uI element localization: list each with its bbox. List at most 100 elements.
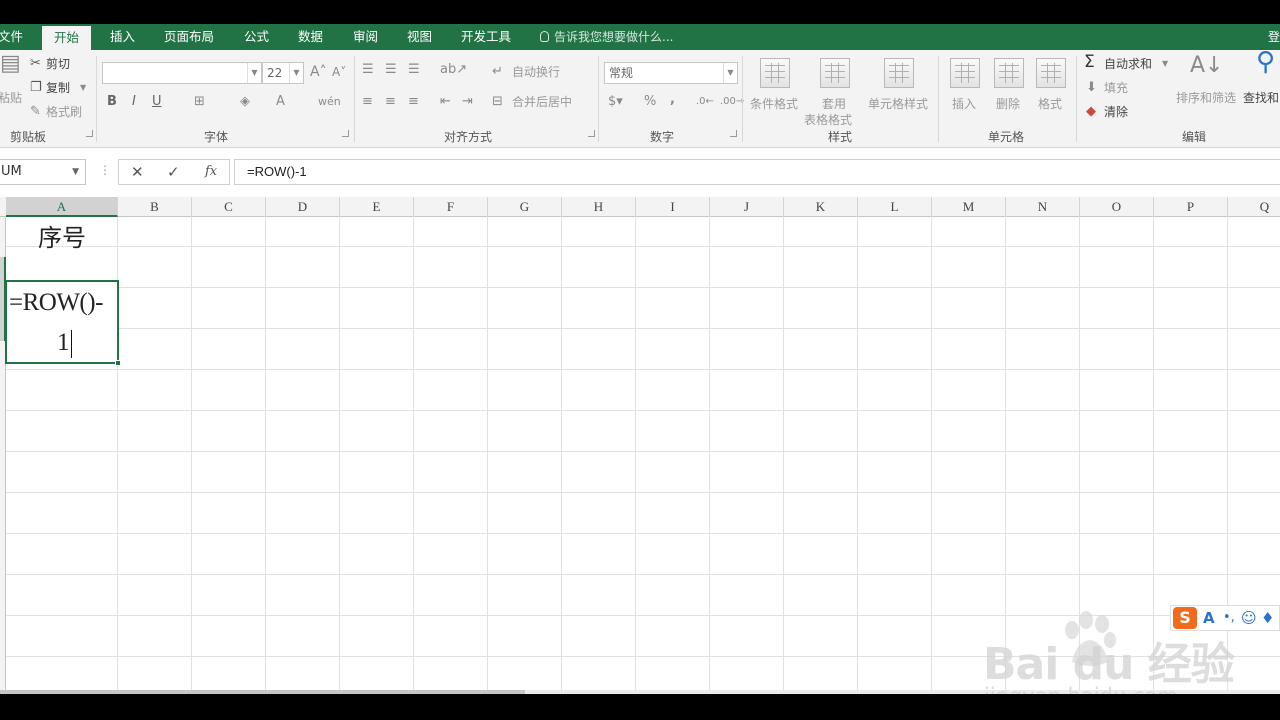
format-painter-button[interactable]: 格式刷 [46, 104, 82, 120]
underline-button[interactable]: U [152, 94, 162, 110]
column-header-l[interactable]: L [858, 197, 932, 217]
cut-button[interactable]: 剪切 [46, 56, 70, 72]
column-header-a[interactable]: A [6, 197, 118, 217]
tab-insert[interactable]: 插入 [110, 24, 135, 50]
conditional-format-icon[interactable] [760, 58, 790, 88]
column-header-k[interactable]: K [784, 197, 858, 217]
format-table-icon[interactable] [820, 58, 850, 88]
copy-button[interactable]: 复制 [46, 80, 70, 96]
column-header-b[interactable]: B [118, 197, 192, 217]
microphone-icon[interactable]: ♦ [1261, 608, 1274, 628]
ime-mode-button[interactable]: A [1203, 608, 1215, 628]
number-format-select[interactable]: 常规 ▼ [604, 62, 738, 84]
scrollbar-thumb[interactable] [0, 690, 525, 694]
grow-font-icon[interactable]: A˄ [310, 64, 327, 80]
tab-data[interactable]: 数据 [298, 24, 323, 50]
format-table-label-1[interactable]: 套用 [822, 96, 846, 112]
font-name-select[interactable]: ▼ [102, 62, 262, 84]
merge-center-button[interactable]: 合并后居中 [512, 94, 572, 110]
comma-button[interactable]: , [670, 92, 675, 108]
align-bottom-icon[interactable]: ☰ [408, 62, 420, 78]
cell-styles-icon[interactable] [884, 58, 914, 88]
font-color-icon[interactable]: A [276, 94, 285, 110]
tab-formulas[interactable]: 公式 [244, 24, 269, 50]
font-launcher-icon[interactable] [342, 130, 349, 137]
sort-filter-icon[interactable]: A↓ [1190, 55, 1223, 77]
tab-page-layout[interactable]: 页面布局 [164, 24, 214, 50]
align-center-icon[interactable]: ≡ [385, 94, 396, 110]
chevron-down-icon[interactable]: ▼ [1162, 56, 1168, 72]
paste-label[interactable]: 粘贴 [0, 90, 22, 106]
column-header-o[interactable]: O [1080, 197, 1154, 217]
column-header-g[interactable]: G [488, 197, 562, 217]
autosum-button[interactable]: 自动求和 [1104, 56, 1152, 72]
paste-icon[interactable]: ▤ [0, 53, 21, 75]
tab-file[interactable]: 文件 [0, 24, 23, 50]
tab-developer[interactable]: 开发工具 [461, 24, 511, 50]
orientation-icon[interactable]: ab↗ [440, 62, 467, 78]
clipboard-launcher-icon[interactable] [86, 130, 93, 137]
number-launcher-icon[interactable] [730, 130, 737, 137]
currency-icon[interactable]: $▾ [608, 94, 623, 110]
cell-a1[interactable]: 序号 [6, 219, 118, 257]
phonetic-icon[interactable]: wén [318, 94, 341, 110]
fill-button[interactable]: 填充 [1104, 80, 1128, 96]
conditional-format-button[interactable]: 条件格式 [750, 96, 798, 112]
cell-a2-editing[interactable]: =ROW()- 1 [5, 280, 121, 366]
enter-button[interactable]: ✓ [167, 160, 180, 184]
cell-styles-button[interactable]: 单元格样式 [868, 96, 928, 112]
column-header-n[interactable]: N [1006, 197, 1080, 217]
bold-button[interactable]: B [107, 94, 117, 110]
delete-cells-icon[interactable] [994, 58, 1024, 88]
column-header-d[interactable]: D [266, 197, 340, 217]
wrap-text-button[interactable]: 自动换行 [512, 64, 560, 80]
tell-me-search[interactable]: 告诉我您想要做什么... [540, 24, 673, 50]
find-select-button[interactable]: 查找和 [1243, 90, 1279, 106]
column-header-m[interactable]: M [932, 197, 1006, 217]
format-table-label-2[interactable]: 表格格式 [804, 112, 852, 128]
column-header-q[interactable]: Q [1228, 197, 1280, 217]
shrink-font-icon[interactable]: A˅ [332, 64, 346, 80]
column-header-h[interactable]: H [562, 197, 636, 217]
increase-decimal-icon[interactable]: .0← [696, 94, 714, 110]
decrease-decimal-icon[interactable]: .00→ [720, 94, 744, 110]
emoji-icon[interactable]: ☺ [1241, 608, 1257, 628]
column-header-e[interactable]: E [340, 197, 414, 217]
align-right-icon[interactable]: ≡ [408, 94, 419, 110]
alignment-launcher-icon[interactable] [588, 130, 595, 137]
tab-view[interactable]: 视图 [407, 24, 432, 50]
format-cells-button[interactable]: 格式 [1038, 96, 1062, 112]
name-box[interactable]: UM ▼ [0, 159, 86, 185]
formula-input[interactable]: =ROW()-1 [234, 159, 1280, 185]
magnifier-icon[interactable]: ⚲ [1256, 49, 1275, 75]
insert-cells-button[interactable]: 插入 [952, 96, 976, 112]
border-icon[interactable]: ⊞ [194, 94, 205, 110]
format-cells-icon[interactable] [1036, 58, 1066, 88]
column-header-c[interactable]: C [192, 197, 266, 217]
sogou-logo-icon[interactable]: S [1173, 607, 1197, 629]
insert-cells-icon[interactable] [950, 58, 980, 88]
column-header-i[interactable]: I [636, 197, 710, 217]
tab-home[interactable]: 开始 [42, 26, 92, 50]
percent-button[interactable]: % [644, 94, 656, 110]
italic-button[interactable]: I [132, 94, 136, 110]
resize-handle-icon[interactable]: ⋮ [99, 163, 111, 177]
tab-review[interactable]: 审阅 [353, 24, 378, 50]
fill-handle[interactable] [115, 360, 121, 366]
column-header-f[interactable]: F [414, 197, 488, 217]
align-middle-icon[interactable]: ☰ [385, 62, 397, 78]
sort-filter-button[interactable]: 排序和筛选 [1176, 90, 1236, 106]
cancel-button[interactable]: ✕ [131, 160, 144, 184]
insert-function-button[interactable]: fx [205, 160, 217, 184]
ime-punctuation-icon[interactable]: •, [1223, 608, 1235, 628]
column-header-p[interactable]: P [1154, 197, 1228, 217]
delete-cells-button[interactable]: 删除 [996, 96, 1020, 112]
align-top-icon[interactable]: ☰ [362, 62, 374, 78]
align-left-icon[interactable]: ≡ [362, 94, 373, 110]
clear-button[interactable]: 清除 [1104, 104, 1128, 120]
decrease-indent-icon[interactable]: ⇤ [440, 94, 451, 110]
font-size-select[interactable]: 22 ▼ [262, 62, 304, 84]
fill-color-icon[interactable]: ◈ [240, 94, 250, 110]
chevron-down-icon[interactable]: ▼ [80, 80, 86, 96]
increase-indent-icon[interactable]: ⇥ [462, 94, 473, 110]
